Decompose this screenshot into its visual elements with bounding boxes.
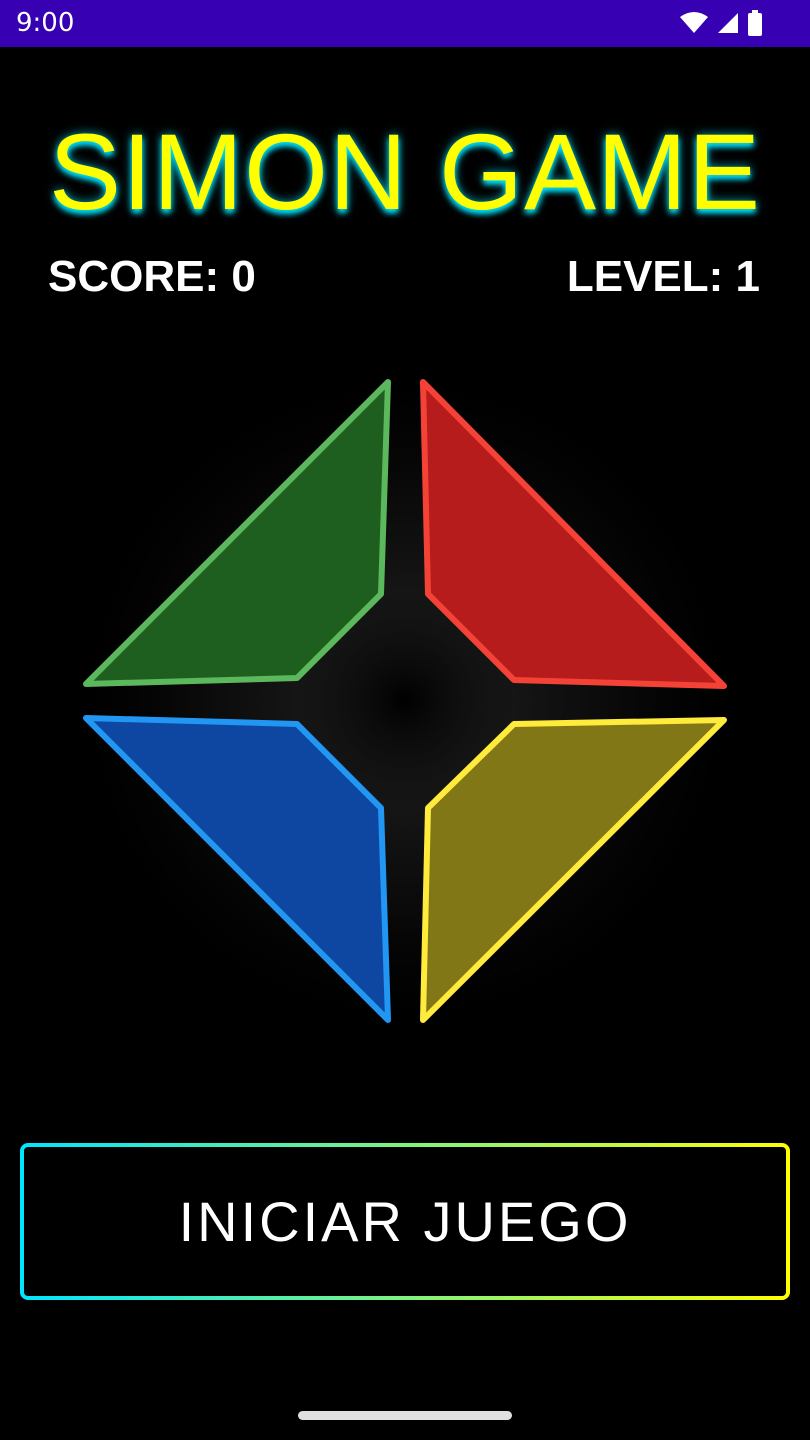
simon-board [60,360,750,1045]
status-icons [680,10,762,36]
status-time: 9:00 [16,8,75,38]
start-game-button[interactable]: INICIAR JUEGO [20,1143,790,1300]
score-label: SCORE: 0 [48,252,256,301]
cellular-signal-icon [718,13,738,33]
battery-icon [748,10,762,36]
level-label: LEVEL: 1 [566,252,760,301]
wifi-icon [680,12,708,33]
home-indicator[interactable] [298,1411,512,1420]
page-title: SIMON GAME [48,111,762,232]
status-bar: 9:00 [0,0,810,47]
